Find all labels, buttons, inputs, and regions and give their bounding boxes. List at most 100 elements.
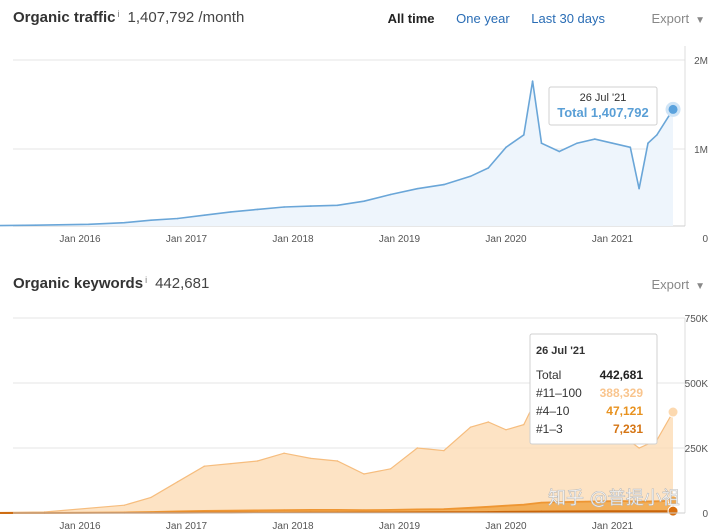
traffic-current-point bbox=[665, 101, 681, 117]
organic-traffic-value: 1,407,792 /month bbox=[127, 9, 245, 26]
range-one-year[interactable]: One year bbox=[456, 11, 509, 26]
traffic-point bbox=[389, 193, 392, 196]
traffic-point bbox=[505, 146, 507, 149]
traffic-point bbox=[176, 217, 179, 220]
y-tick-label: 1M bbox=[694, 145, 708, 156]
traffic-point bbox=[611, 142, 614, 144]
traffic-point bbox=[558, 150, 561, 153]
tooltip-date: 26 Jul '21 bbox=[580, 92, 627, 104]
traffic-point bbox=[576, 142, 578, 144]
x-tick-label: Jan 2020 bbox=[485, 521, 527, 531]
kw-series-4-10-point bbox=[540, 501, 543, 504]
x-tick-label: Jan 2016 bbox=[59, 234, 101, 245]
tooltip-value: Total 1,407,792 bbox=[557, 105, 649, 120]
kw-series-1-3-point bbox=[505, 511, 507, 513]
kw-series-4-10-point bbox=[389, 509, 392, 511]
kw-series-11-100-point bbox=[256, 460, 259, 462]
kw-series-4-10-point bbox=[176, 510, 179, 513]
x-tick-label: Jan 2018 bbox=[272, 234, 314, 245]
kw-series-1-3-point bbox=[585, 510, 587, 512]
kw-series-11-100-point bbox=[203, 465, 205, 467]
export-label: Export bbox=[651, 11, 690, 26]
organic-keywords-title: Organic keywords i 442,681 bbox=[13, 275, 209, 292]
organic-traffic-chart: 2M 1M 0 Jan 2016 Jan 2017 Jan 2018 Jan 2019 Jan… bbox=[0, 46, 708, 245]
x-tick-label: Jan 2019 bbox=[379, 234, 421, 245]
organic-keywords-value: 442,681 bbox=[155, 275, 210, 292]
tooltip-row-label: #11–100 bbox=[536, 386, 582, 400]
tooltip-row-value: 47,121 bbox=[606, 404, 643, 418]
x-tick-label: Jan 2016 bbox=[59, 521, 101, 531]
keywords-export-button[interactable]: Export ▼ bbox=[652, 277, 705, 292]
kw-series-4-10-point bbox=[469, 507, 472, 509]
kw-series-1-3-point bbox=[558, 510, 560, 513]
organic-traffic-title: Organic traffic i 1,407,792 /month bbox=[13, 9, 244, 26]
kw-series-4-10-point bbox=[336, 509, 339, 511]
kw-series-4-10-point bbox=[283, 509, 285, 511]
traffic-point bbox=[487, 167, 490, 169]
organic-keywords-label: Organic keywords bbox=[13, 275, 144, 292]
y-tick-label: 500K bbox=[685, 379, 709, 390]
traffic-point bbox=[416, 187, 419, 190]
kw-series-1-3-point bbox=[540, 510, 543, 513]
traffic-point bbox=[363, 200, 365, 202]
y-tick-label: 250K bbox=[685, 444, 709, 455]
kw-series-11-100-point bbox=[363, 473, 365, 475]
info-icon[interactable]: i bbox=[118, 9, 120, 19]
x-tick-label: Jan 2017 bbox=[166, 234, 208, 245]
kw-series-4-10-point bbox=[230, 510, 232, 512]
zhihu-watermark: 知乎 @普提小祖 bbox=[548, 488, 680, 509]
traffic-point bbox=[203, 214, 206, 216]
chevron-down-icon: ▼ bbox=[695, 15, 705, 26]
x-tick-label: Jan 2019 bbox=[379, 521, 421, 531]
kw-series-4-10-point bbox=[487, 506, 489, 508]
tooltip-date: 26 Jul '21 bbox=[536, 345, 585, 357]
kw-series-4-10-point bbox=[310, 509, 312, 511]
tooltip-row-value: 442,681 bbox=[600, 368, 644, 382]
traffic-point bbox=[256, 208, 259, 211]
kw-series-11-100-point bbox=[150, 496, 152, 499]
tooltip-row-label: #1–3 bbox=[536, 422, 563, 436]
traffic-point bbox=[638, 187, 640, 190]
kw-series-4-10-point bbox=[443, 508, 445, 510]
traffic-point bbox=[531, 80, 534, 82]
traffic-point bbox=[230, 211, 232, 213]
kw-series-11-100-point bbox=[443, 449, 445, 452]
x-tick-label: Jan 2021 bbox=[592, 234, 634, 245]
kw-series-11-100-point bbox=[505, 429, 507, 431]
organic-traffic-header: Organic traffic i 1,407,792 /month All tim… bbox=[13, 9, 713, 31]
kw-series-4-10-point bbox=[363, 509, 365, 511]
kw-series-11-100-point bbox=[523, 423, 525, 426]
traffic-point bbox=[594, 138, 596, 140]
kw-series-4-10-point bbox=[256, 509, 259, 512]
traffic-point bbox=[647, 142, 649, 144]
y-tick-label: 750K bbox=[685, 314, 709, 325]
y-tick-label: 2M bbox=[694, 56, 708, 67]
kw-series-11-100-point bbox=[389, 468, 392, 470]
range-last-30-days[interactable]: Last 30 days bbox=[531, 11, 605, 26]
traffic-point bbox=[523, 134, 525, 136]
kw-series-11-100-point bbox=[336, 460, 339, 462]
kw-series-1-3-point bbox=[656, 510, 658, 512]
kw-series-4-10-point bbox=[505, 505, 507, 507]
info-icon[interactable]: i bbox=[145, 275, 147, 285]
traffic-point bbox=[443, 183, 445, 186]
traffic-point bbox=[150, 219, 152, 221]
tooltip-row-value: 388,329 bbox=[600, 386, 644, 400]
x-tick-label: Jan 2017 bbox=[166, 521, 208, 531]
kw-series-1-3-point bbox=[620, 510, 623, 512]
organic-keywords-header: Organic keywords i 442,681 Export ▼ bbox=[13, 275, 713, 297]
kw-series-11-100-point bbox=[416, 447, 418, 449]
tooltip-row-value: 7,231 bbox=[613, 422, 643, 436]
kw-series-11-100-point bbox=[310, 457, 312, 460]
kw-series-11-100-point bbox=[176, 481, 179, 483]
traffic-point bbox=[629, 146, 632, 149]
kw-series-11-100-point bbox=[487, 421, 489, 423]
range-all-time[interactable]: All time bbox=[388, 11, 435, 26]
traffic-export-button[interactable]: Export ▼ bbox=[652, 11, 705, 26]
traffic-point bbox=[656, 134, 658, 136]
kw-series-11-100-point bbox=[230, 462, 232, 465]
traffic-point bbox=[540, 142, 543, 144]
traffic-point bbox=[283, 206, 285, 208]
kw-series-1-3-point bbox=[602, 510, 605, 512]
traffic-point bbox=[34, 224, 37, 226]
